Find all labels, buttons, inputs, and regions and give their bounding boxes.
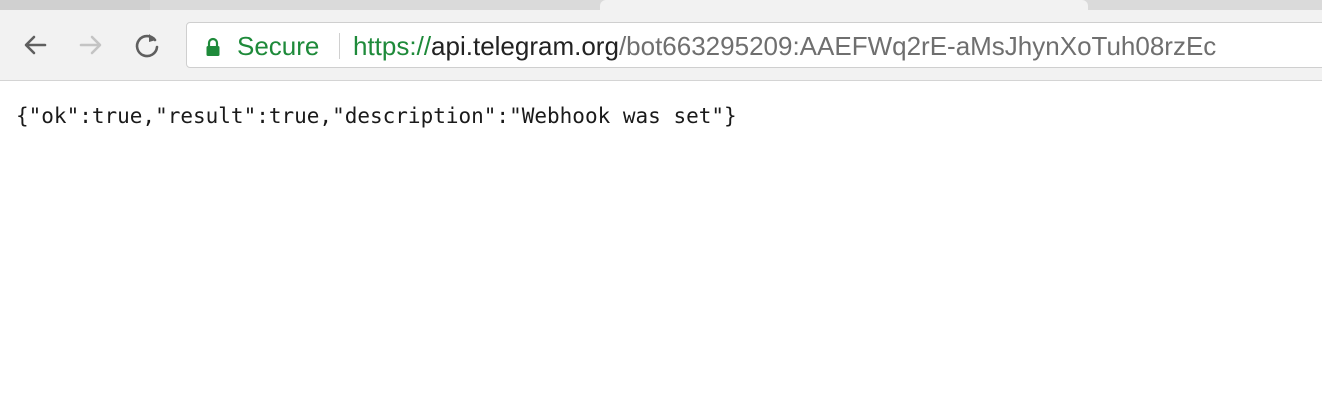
address-divider	[339, 33, 340, 59]
lock-icon[interactable]	[205, 37, 221, 62]
reload-button[interactable]	[130, 28, 164, 62]
forward-arrow-icon	[77, 31, 105, 59]
url-path: /bot663295209:AAEFWq2rE-aMsJhynXoTuh08rz…	[618, 31, 1217, 61]
reload-icon	[133, 31, 161, 59]
inactive-tab[interactable]	[0, 0, 150, 10]
forward-button[interactable]	[74, 28, 108, 62]
browser-window: Secure https://api.telegram.org/bot66329…	[0, 0, 1322, 412]
active-tab[interactable]	[600, 0, 1088, 10]
json-response: {"ok":true,"result":true,"description":"…	[16, 104, 737, 128]
browser-toolbar: Secure https://api.telegram.org/bot66329…	[0, 10, 1322, 81]
address-bar[interactable]: Secure https://api.telegram.org/bot66329…	[186, 22, 1322, 68]
back-arrow-icon	[21, 31, 49, 59]
back-button[interactable]	[18, 28, 52, 62]
tab-strip	[0, 0, 1322, 10]
url-scheme: https://	[353, 31, 432, 61]
url-text[interactable]: https://api.telegram.org/bot663295209:AA…	[353, 32, 1216, 60]
secure-label[interactable]: Secure	[237, 32, 319, 60]
url-host: api.telegram.org	[431, 31, 619, 61]
page-content: {"ok":true,"result":true,"description":"…	[0, 81, 1322, 412]
